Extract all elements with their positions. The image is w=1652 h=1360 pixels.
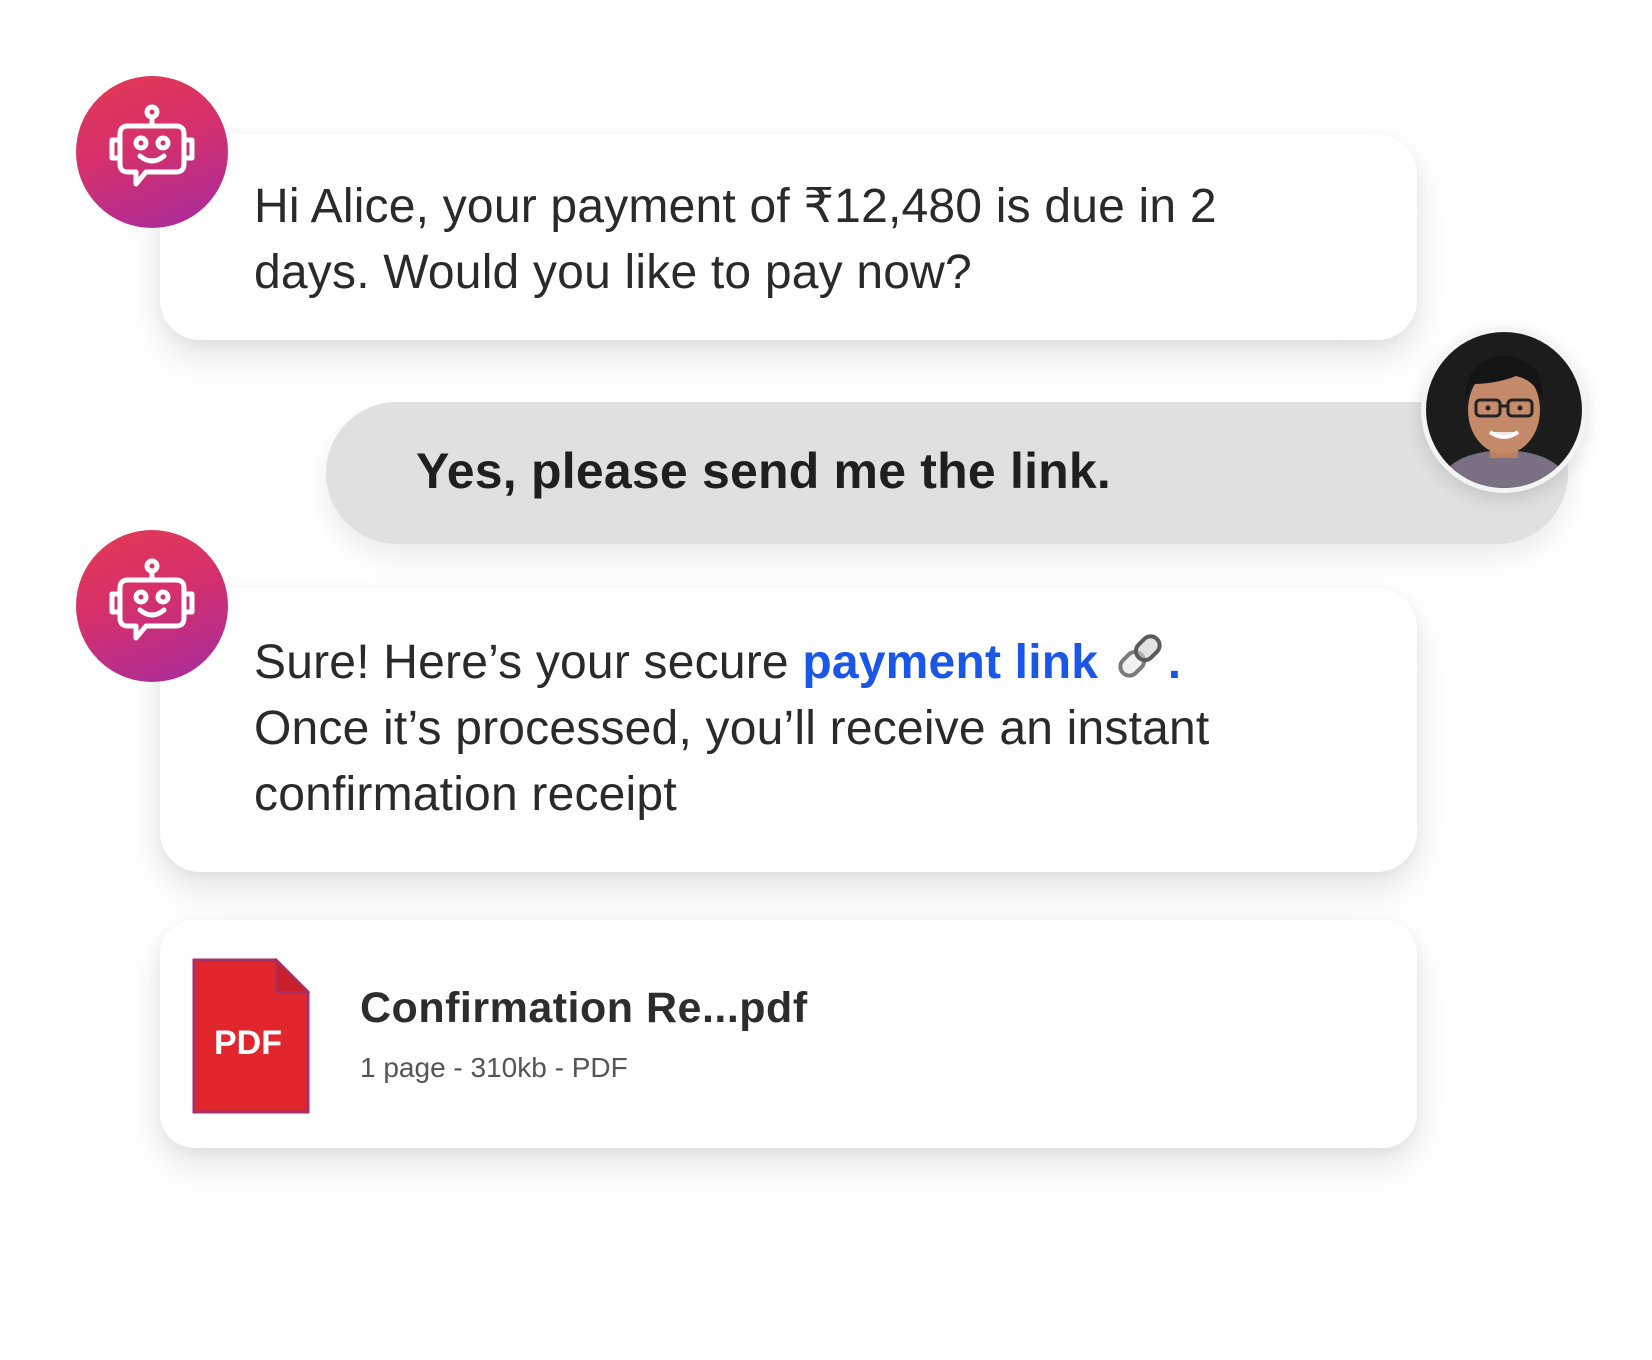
message-text-line: confirmation receipt	[254, 768, 677, 821]
message-text-line: Hi Alice, your payment of ₹12,480 is due…	[254, 180, 1217, 233]
user-message-text: Yes, please send me the link.	[416, 443, 1112, 499]
user-avatar	[1421, 327, 1587, 493]
bot-message-bubble: Hi Alice, your payment of ₹12,480 is due…	[160, 134, 1417, 340]
chain-link-icon[interactable]	[1112, 628, 1168, 684]
bot-avatar-icon	[76, 530, 228, 682]
file-name[interactable]: Confirmation Re...pdf	[360, 984, 808, 1033]
message-text-line: Sure! Here’s your secure payment link .	[254, 628, 1394, 696]
pdf-icon-label: PDF	[214, 1024, 282, 1062]
link-suffix: .	[1167, 636, 1182, 689]
user-message-bubble: Yes, please send me the link.	[326, 402, 1568, 544]
payment-link[interactable]: payment link	[802, 636, 1098, 689]
bot-message-bubble: Sure! Here’s your secure payment link . …	[160, 588, 1417, 872]
chat-conversation: Hi Alice, your payment of ₹12,480 is due…	[0, 0, 1652, 1360]
pdf-file-icon: PDF	[192, 958, 310, 1114]
message-text-line: days. Would you like to pay now?	[254, 246, 972, 299]
message-text-prefix: Sure! Here’s your secure	[254, 636, 803, 689]
file-meta: 1 page - 310kb - PDF	[360, 1052, 628, 1083]
message-text-line: Once it’s processed, you’ll receive an i…	[254, 702, 1210, 755]
pdf-attachment-card[interactable]: PDF Confirmation Re...pdf 1 page - 310kb…	[160, 920, 1417, 1148]
bot-avatar-icon	[76, 76, 228, 228]
